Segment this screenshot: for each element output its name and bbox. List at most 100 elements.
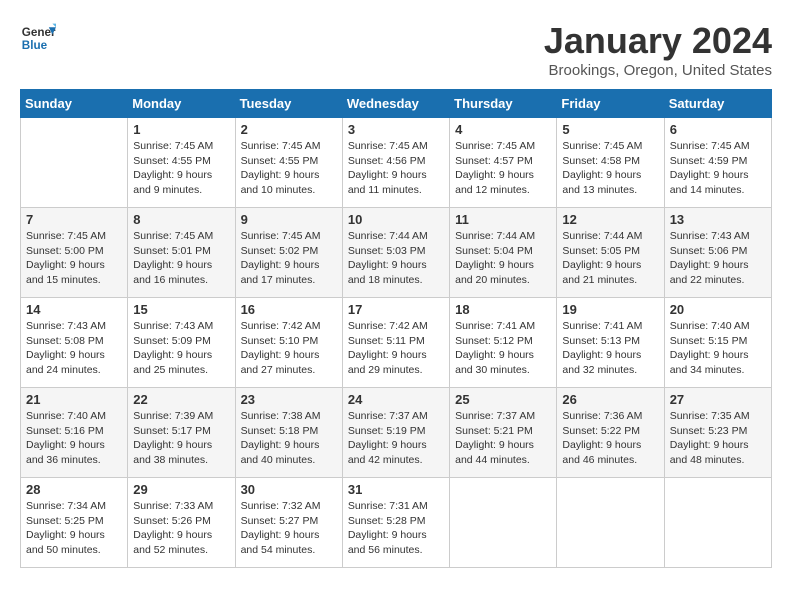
day-info: Sunrise: 7:44 AMSunset: 5:03 PMDaylight:…	[348, 229, 444, 288]
calendar-cell: 10Sunrise: 7:44 AMSunset: 5:03 PMDayligh…	[342, 208, 449, 298]
day-info: Sunrise: 7:34 AMSunset: 5:25 PMDaylight:…	[26, 499, 122, 558]
calendar-cell: 8 Sunrise: 7:45 AMSunset: 5:01 PMDaylight…	[128, 208, 235, 298]
day-info: Sunrise: 7:45 AMSunset: 4:56 PMDaylight:…	[348, 139, 444, 198]
days-header-row: SundayMondayTuesdayWednesdayThursdayFrid…	[21, 90, 772, 118]
day-number: 11	[455, 212, 551, 227]
title-section: January 2024 Brookings, Oregon, United S…	[544, 20, 772, 79]
day-info: Sunrise: 7:41 AMSunset: 5:12 PMDaylight:…	[455, 319, 551, 378]
day-number: 19	[562, 302, 658, 317]
calendar-cell: 28 Sunrise: 7:34 AMSunset: 5:25 PMDayligh…	[21, 478, 128, 568]
day-info: Sunrise: 7:44 AMSunset: 5:05 PMDaylight:…	[562, 229, 658, 288]
day-number: 20	[670, 302, 766, 317]
day-number: 21	[26, 392, 122, 407]
day-info: Sunrise: 7:45 AMSunset: 5:02 PMDaylight:…	[241, 229, 337, 288]
day-number: 18	[455, 302, 551, 317]
day-info: Sunrise: 7:40 AMSunset: 5:15 PMDaylight:…	[670, 319, 766, 378]
day-info: Sunrise: 7:44 AMSunset: 5:04 PMDaylight:…	[455, 229, 551, 288]
day-number: 25	[455, 392, 551, 407]
calendar-cell: 31Sunrise: 7:31 AMSunset: 5:28 PMDayligh…	[342, 478, 449, 568]
day-header-wednesday: Wednesday	[342, 90, 449, 118]
day-number: 8	[133, 212, 229, 227]
calendar-cell	[664, 478, 771, 568]
logo-icon: General Blue	[20, 20, 56, 56]
day-header-friday: Friday	[557, 90, 664, 118]
day-info: Sunrise: 7:45 AMSunset: 5:01 PMDaylight:…	[133, 229, 229, 288]
day-number: 28	[26, 482, 122, 497]
day-number: 31	[348, 482, 444, 497]
week-row-2: 7 Sunrise: 7:45 AMSunset: 5:00 PMDaylight…	[21, 208, 772, 298]
day-number: 24	[348, 392, 444, 407]
day-header-thursday: Thursday	[450, 90, 557, 118]
calendar-cell: 1 Sunrise: 7:45 AMSunset: 4:55 PMDaylight…	[128, 118, 235, 208]
logo: General Blue	[20, 20, 56, 56]
calendar-cell: 19 Sunrise: 7:41 AMSunset: 5:13 PMDayligh…	[557, 298, 664, 388]
day-info: Sunrise: 7:43 AMSunset: 5:06 PMDaylight:…	[670, 229, 766, 288]
day-header-sunday: Sunday	[21, 90, 128, 118]
day-number: 6	[670, 122, 766, 137]
calendar-cell: 6 Sunrise: 7:45 AMSunset: 4:59 PMDaylight…	[664, 118, 771, 208]
day-number: 16	[241, 302, 337, 317]
calendar-cell: 27 Sunrise: 7:35 AMSunset: 5:23 PMDayligh…	[664, 388, 771, 478]
day-info: Sunrise: 7:32 AMSunset: 5:27 PMDaylight:…	[241, 499, 337, 558]
day-number: 17	[348, 302, 444, 317]
calendar-cell: 9 Sunrise: 7:45 AMSunset: 5:02 PMDaylight…	[235, 208, 342, 298]
calendar-cell: 26Sunrise: 7:36 AMSunset: 5:22 PMDayligh…	[557, 388, 664, 478]
calendar-cell: 21 Sunrise: 7:40 AMSunset: 5:16 PMDayligh…	[21, 388, 128, 478]
week-row-5: 28 Sunrise: 7:34 AMSunset: 5:25 PMDayligh…	[21, 478, 772, 568]
calendar-cell: 22 Sunrise: 7:39 AMSunset: 5:17 PMDayligh…	[128, 388, 235, 478]
calendar-cell: 4 Sunrise: 7:45 AMSunset: 4:57 PMDaylight…	[450, 118, 557, 208]
calendar-cell: 5 Sunrise: 7:45 AMSunset: 4:58 PMDaylight…	[557, 118, 664, 208]
calendar-cell: 17Sunrise: 7:42 AMSunset: 5:11 PMDayligh…	[342, 298, 449, 388]
day-number: 3	[348, 122, 444, 137]
svg-text:Blue: Blue	[22, 39, 48, 52]
day-info: Sunrise: 7:36 AMSunset: 5:22 PMDaylight:…	[562, 409, 658, 468]
day-header-tuesday: Tuesday	[235, 90, 342, 118]
day-header-saturday: Saturday	[664, 90, 771, 118]
day-number: 2	[241, 122, 337, 137]
calendar-cell	[21, 118, 128, 208]
month-title: January 2024	[544, 20, 772, 62]
day-info: Sunrise: 7:33 AMSunset: 5:26 PMDaylight:…	[133, 499, 229, 558]
calendar-cell: 3 Sunrise: 7:45 AMSunset: 4:56 PMDaylight…	[342, 118, 449, 208]
day-header-monday: Monday	[128, 90, 235, 118]
day-number: 5	[562, 122, 658, 137]
day-number: 23	[241, 392, 337, 407]
day-number: 9	[241, 212, 337, 227]
day-number: 13	[670, 212, 766, 227]
calendar-cell: 15Sunrise: 7:43 AMSunset: 5:09 PMDayligh…	[128, 298, 235, 388]
week-row-1: 1 Sunrise: 7:45 AMSunset: 4:55 PMDaylight…	[21, 118, 772, 208]
day-info: Sunrise: 7:40 AMSunset: 5:16 PMDaylight:…	[26, 409, 122, 468]
day-info: Sunrise: 7:38 AMSunset: 5:18 PMDaylight:…	[241, 409, 337, 468]
day-info: Sunrise: 7:41 AMSunset: 5:13 PMDaylight:…	[562, 319, 658, 378]
day-number: 29	[133, 482, 229, 497]
week-row-3: 14 Sunrise: 7:43 AMSunset: 5:08 PMDayligh…	[21, 298, 772, 388]
calendar-cell: 14 Sunrise: 7:43 AMSunset: 5:08 PMDayligh…	[21, 298, 128, 388]
calendar-cell: 23 Sunrise: 7:38 AMSunset: 5:18 PMDayligh…	[235, 388, 342, 478]
day-info: Sunrise: 7:39 AMSunset: 5:17 PMDaylight:…	[133, 409, 229, 468]
calendar-cell: 29 Sunrise: 7:33 AMSunset: 5:26 PMDayligh…	[128, 478, 235, 568]
day-info: Sunrise: 7:45 AMSunset: 4:58 PMDaylight:…	[562, 139, 658, 198]
day-info: Sunrise: 7:45 AMSunset: 4:59 PMDaylight:…	[670, 139, 766, 198]
day-number: 27	[670, 392, 766, 407]
day-number: 7	[26, 212, 122, 227]
location: Brookings, Oregon, United States	[544, 62, 772, 79]
calendar-cell: 11 Sunrise: 7:44 AMSunset: 5:04 PMDayligh…	[450, 208, 557, 298]
header: General Blue January 2024 Brookings, Ore…	[20, 20, 772, 79]
day-info: Sunrise: 7:37 AMSunset: 5:21 PMDaylight:…	[455, 409, 551, 468]
calendar-cell: 2Sunrise: 7:45 AMSunset: 4:55 PMDaylight…	[235, 118, 342, 208]
day-number: 22	[133, 392, 229, 407]
day-number: 12	[562, 212, 658, 227]
day-info: Sunrise: 7:42 AMSunset: 5:10 PMDaylight:…	[241, 319, 337, 378]
day-info: Sunrise: 7:45 AMSunset: 5:00 PMDaylight:…	[26, 229, 122, 288]
calendar-cell: 30Sunrise: 7:32 AMSunset: 5:27 PMDayligh…	[235, 478, 342, 568]
calendar-cell: 16 Sunrise: 7:42 AMSunset: 5:10 PMDayligh…	[235, 298, 342, 388]
day-info: Sunrise: 7:45 AMSunset: 4:57 PMDaylight:…	[455, 139, 551, 198]
calendar-cell: 13 Sunrise: 7:43 AMSunset: 5:06 PMDayligh…	[664, 208, 771, 298]
day-info: Sunrise: 7:35 AMSunset: 5:23 PMDaylight:…	[670, 409, 766, 468]
day-number: 14	[26, 302, 122, 317]
day-number: 1	[133, 122, 229, 137]
day-info: Sunrise: 7:43 AMSunset: 5:08 PMDaylight:…	[26, 319, 122, 378]
day-info: Sunrise: 7:45 AMSunset: 4:55 PMDaylight:…	[133, 139, 229, 198]
day-number: 4	[455, 122, 551, 137]
calendar-cell: 20 Sunrise: 7:40 AMSunset: 5:15 PMDayligh…	[664, 298, 771, 388]
